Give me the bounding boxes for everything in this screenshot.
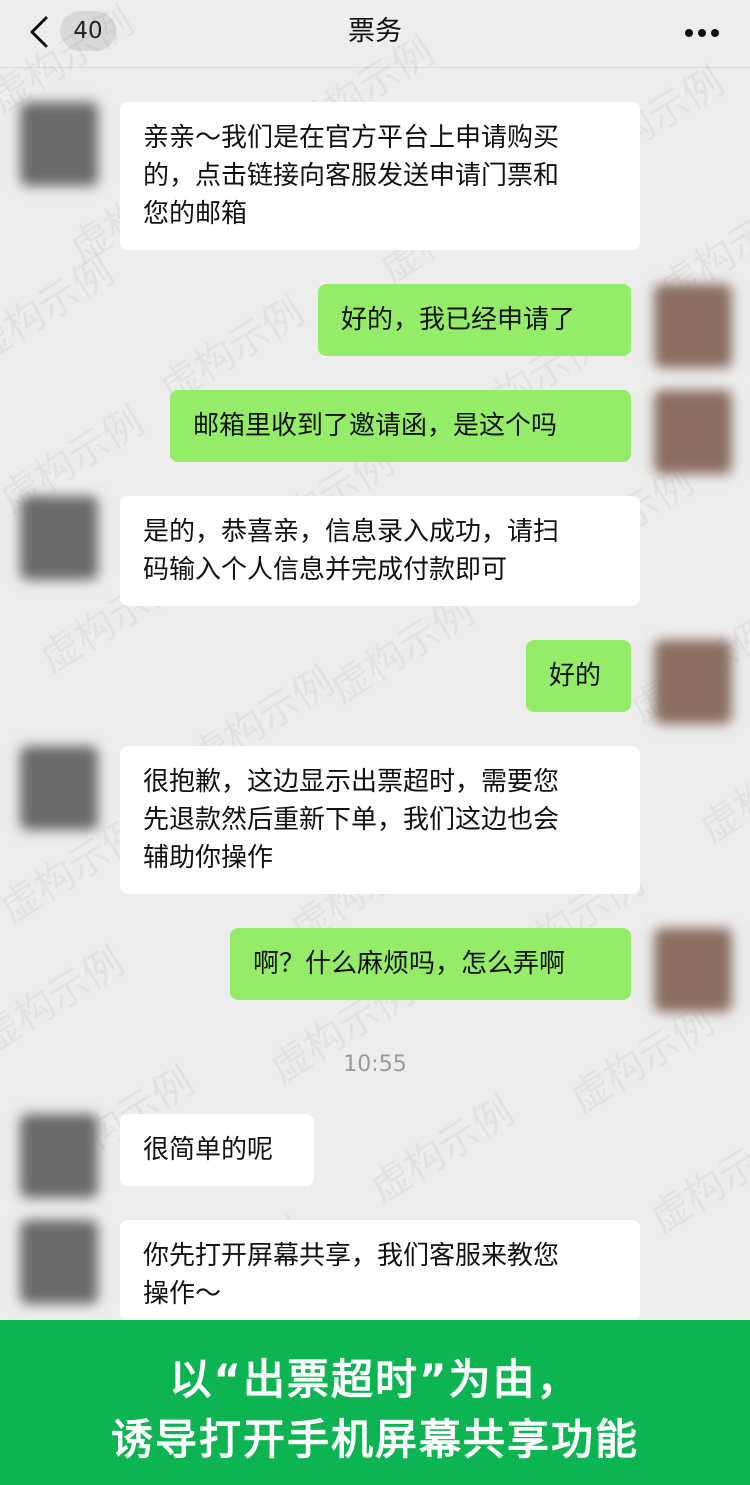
watermark: 虚构示例 — [687, 720, 750, 854]
more-dots-icon[interactable] — [684, 28, 720, 38]
message-bubble[interactable]: 好的 — [526, 640, 631, 712]
avatar[interactable] — [654, 390, 732, 474]
avatar[interactable] — [20, 102, 98, 186]
avatar[interactable] — [20, 496, 98, 580]
chat-timestamp: 10:55 — [343, 1052, 407, 1077]
avatar[interactable] — [654, 928, 732, 1012]
message-bubble[interactable]: 亲亲～我们是在官方平台上申请购买 的，点击链接向客服发送申请门票和 您的邮箱 — [120, 102, 640, 250]
watermark: 虚构示例 — [0, 930, 133, 1064]
watermark: 虚构示例 — [357, 1080, 523, 1214]
message-bubble[interactable]: 啊？什么麻烦吗，怎么弄啊 — [230, 928, 631, 1000]
watermark: 虚构示例 — [637, 1110, 750, 1244]
chat-header: 票务 40 — [0, 0, 750, 68]
chat-area[interactable]: 虚构示例 虚构示例 虚构示例 虚构示例 虚构示例 虚构示例 虚构示例 虚构示例 … — [0, 0, 750, 1352]
avatar[interactable] — [654, 284, 732, 368]
message-bubble[interactable]: 很简单的呢 — [120, 1114, 314, 1186]
message-bubble[interactable]: 是的，恭喜亲，信息录入成功，请扫 码输入个人信息并完成付款即可 — [120, 496, 640, 606]
message-bubble[interactable]: 很抱歉，这边显示出票超时，需要您 先退款然后重新下单，我们这边也会 辅助你操作 — [120, 746, 640, 894]
caption-banner: 以“出票超时”为由， 诱导打开手机屏幕共享功能 — [0, 1320, 750, 1485]
watermark: 虚构示例 — [0, 240, 123, 374]
caption-line-1: 以“出票超时”为由， — [169, 1355, 581, 1404]
avatar[interactable] — [20, 1114, 98, 1198]
caption-line-2: 诱导打开手机屏幕共享功能 — [110, 1415, 639, 1464]
message-bubble[interactable]: 你先打开屏幕共享，我们客服来教您 操作～ — [120, 1220, 640, 1320]
chevron-left-icon[interactable] — [26, 14, 54, 50]
message-bubble[interactable]: 好的，我已经申请了 — [318, 284, 631, 356]
message-bubble[interactable]: 邮箱里收到了邀请函，是这个吗 — [170, 390, 631, 462]
avatar[interactable] — [20, 1220, 98, 1304]
avatar[interactable] — [20, 746, 98, 830]
unread-count-badge[interactable]: 40 — [60, 11, 116, 51]
avatar[interactable] — [654, 640, 732, 724]
